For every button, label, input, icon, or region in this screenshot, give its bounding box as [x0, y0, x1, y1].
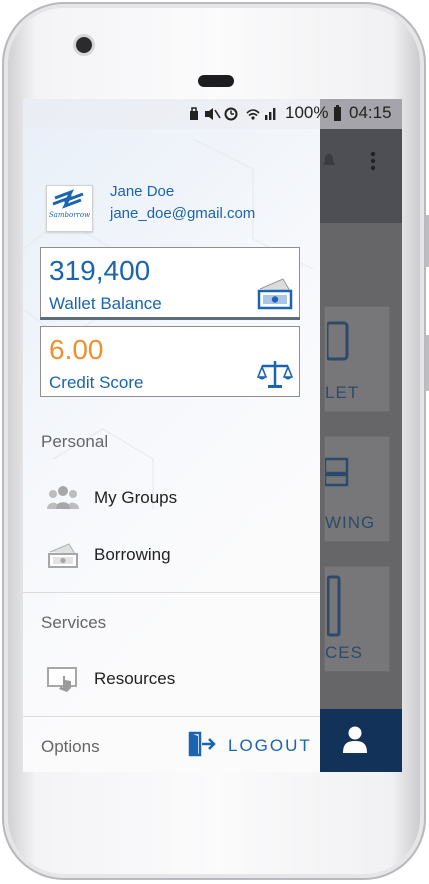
- menu-item-label: My Groups: [94, 488, 178, 507]
- status-icons: [190, 107, 276, 121]
- avatar[interactable]: Samborrow: [46, 185, 93, 232]
- wallet-balance-value: 319,400: [49, 255, 151, 286]
- section-options: Options: [41, 737, 100, 756]
- group-icon: [47, 486, 79, 509]
- menu-item-resources[interactable]: Resources: [23, 656, 320, 702]
- front-camera: [76, 37, 92, 53]
- user-email: jane_doe@gmail.com: [110, 205, 256, 222]
- person-icon[interactable]: [342, 726, 368, 754]
- background-card-wallet: LET: [324, 306, 390, 412]
- scales-icon: [257, 361, 293, 388]
- touchscreen-icon: [47, 667, 77, 692]
- wallet-balance-card[interactable]: 319,400 Wallet Balance: [40, 247, 300, 318]
- divider: [23, 716, 320, 717]
- power-button: [425, 335, 429, 391]
- screen: LET WING CES Samborrow Jane Doe jane_doe…: [23, 99, 402, 772]
- logout-icon: [188, 731, 216, 757]
- section-services: Services: [41, 613, 107, 632]
- background-bottom-bar: [320, 709, 402, 772]
- background-card-label: CES: [325, 643, 363, 662]
- bell-icon: [323, 154, 335, 165]
- wallet-icon: [327, 321, 349, 361]
- credit-score-value: 6.00: [49, 334, 104, 365]
- samborrow-logo-icon: Samborrow: [49, 189, 90, 219]
- device-icon: [327, 575, 341, 637]
- volume-button: [425, 215, 429, 267]
- status-bar: 100% 04:15: [23, 99, 402, 129]
- clock: 04:15: [349, 103, 392, 122]
- menu-item-borrowing[interactable]: Borrowing: [23, 532, 320, 578]
- credit-score-label: Credit Score: [49, 373, 144, 392]
- logout-label: LOGOUT: [228, 736, 312, 755]
- money-bill-icon: [257, 278, 293, 310]
- user-name: Jane Doe: [110, 183, 175, 200]
- navigation-drawer: Samborrow Jane Doe jane_doe@gmail.com 31…: [23, 99, 320, 772]
- background-card-label: LET: [325, 383, 360, 402]
- cash-icon: [325, 457, 349, 487]
- divider: [23, 592, 320, 593]
- section-personal: Personal: [41, 432, 109, 451]
- battery-percent: 100%: [285, 103, 329, 122]
- background-card-resources: CES: [324, 566, 390, 672]
- earpiece-speaker: [198, 75, 234, 87]
- menu-item-label: Borrowing: [94, 545, 171, 564]
- background-app: LET WING CES: [320, 99, 402, 772]
- wallet-card-underline: [40, 317, 300, 320]
- background-card-label: WING: [325, 513, 376, 532]
- svg-text:Samborrow: Samborrow: [49, 211, 90, 219]
- background-card-borrowing: WING: [324, 436, 390, 542]
- credit-score-card[interactable]: 6.00 Credit Score: [40, 326, 300, 397]
- cash-icon: [48, 543, 78, 568]
- more-vert-icon[interactable]: [370, 151, 376, 171]
- menu-item-my-groups[interactable]: My Groups: [23, 475, 320, 521]
- menu-item-label: Resources: [94, 669, 176, 688]
- wallet-balance-label: Wallet Balance: [49, 294, 162, 313]
- battery-icon: [334, 105, 341, 121]
